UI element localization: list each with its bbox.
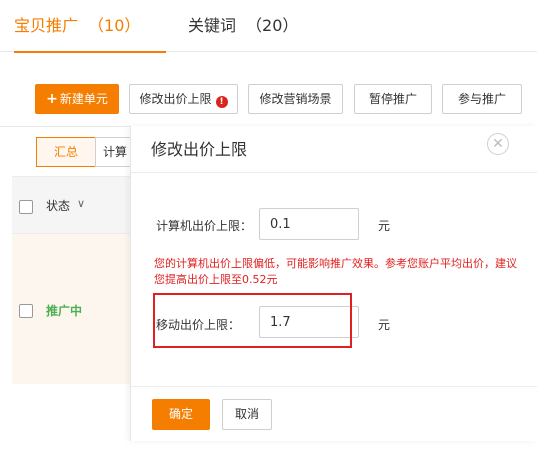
highlight-box: [153, 293, 352, 348]
close-icon[interactable]: ✕: [487, 133, 509, 155]
summary-toggle[interactable]: 汇总: [36, 137, 96, 167]
low-bid-warning: 您的计算机出价上限偏低，可能影响推广效果。参考您账户平均出价，建议您提高出价上限…: [154, 257, 517, 286]
pause-promotion-label: 暂停推广: [368, 92, 417, 106]
new-unit-label: 新建单元: [59, 92, 108, 106]
pause-promotion-button[interactable]: 暂停推广: [354, 84, 432, 114]
join-promotion-button[interactable]: 参与推广: [442, 84, 522, 114]
tab-keywords-count: （20）: [246, 16, 299, 35]
dialog-header-divider: [131, 172, 537, 173]
dialog-footer-divider: [131, 386, 537, 387]
modify-scene-button[interactable]: 修改营销场景: [248, 84, 343, 114]
modify-scene-label: 修改营销场景: [259, 92, 332, 106]
tab-keywords-label: 关键词: [188, 16, 237, 35]
new-unit-button[interactable]: + 新建单元: [35, 84, 119, 114]
modify-bid-cap-label: 修改出价上限: [139, 92, 212, 106]
compute-toggle[interactable]: 计算: [95, 137, 135, 167]
tab-products[interactable]: 宝贝推广 （10）: [14, 12, 166, 53]
pc-bid-cap-input[interactable]: [259, 208, 359, 240]
info-icon: !: [215, 96, 228, 108]
select-all-checkbox[interactable]: [19, 200, 33, 214]
mobile-bid-cap-unit: 元: [378, 318, 391, 332]
modify-bid-cap-dialog: 修改出价上限 ✕ 计算机出价上限： 元 您的计算机出价上限偏低，可能影响推广效果…: [130, 126, 537, 441]
pc-bid-cap-label: 计算机出价上限：: [156, 219, 253, 233]
plus-icon: +: [46, 91, 58, 107]
row-status: 推广中: [46, 304, 83, 318]
tab-bar: 宝贝推广 （10） 关键词 （20）: [0, 0, 537, 53]
join-promotion-label: 参与推广: [457, 92, 506, 106]
row-checkbox[interactable]: [19, 304, 33, 318]
modify-bid-cap-button[interactable]: 修改出价上限!: [129, 84, 238, 114]
confirm-button[interactable]: 确定: [152, 399, 210, 430]
summary-toggle-label: 汇总: [53, 145, 78, 159]
tab-products-label: 宝贝推广: [14, 16, 79, 35]
tab-products-count: （10）: [88, 16, 141, 35]
chevron-down-icon[interactable]: ∨: [77, 197, 85, 210]
cancel-button[interactable]: 取消: [222, 399, 272, 430]
compute-toggle-label: 计算: [102, 145, 127, 159]
pc-bid-cap-unit: 元: [378, 219, 391, 233]
dialog-title: 修改出价上限: [151, 140, 248, 159]
tab-keywords[interactable]: 关键词 （20）: [188, 12, 298, 36]
status-column-header[interactable]: 状态: [46, 197, 70, 214]
